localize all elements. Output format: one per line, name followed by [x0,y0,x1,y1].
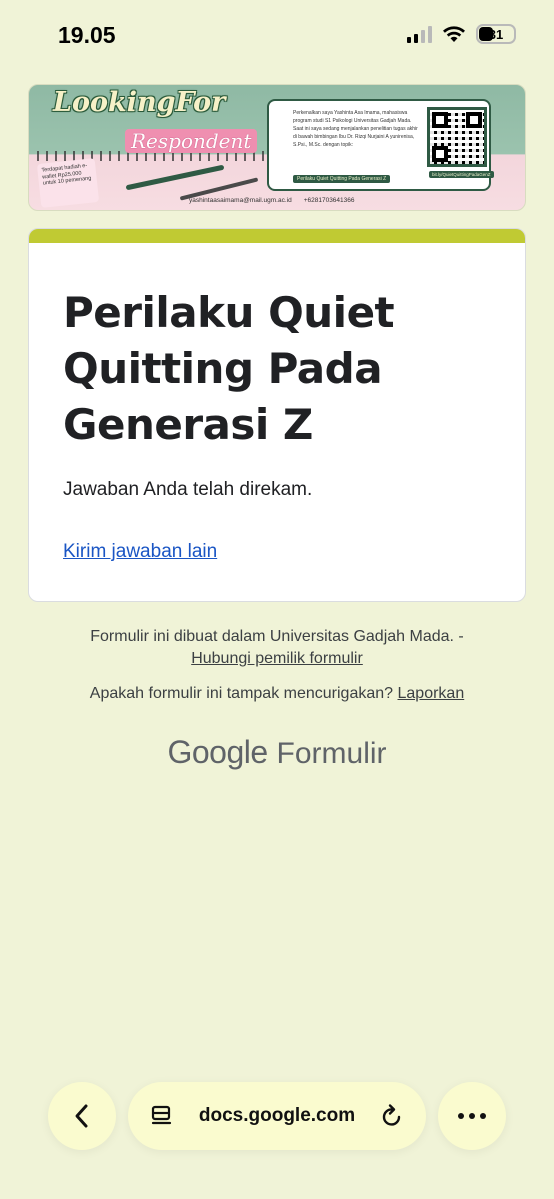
status-time: 19.05 [58,22,116,48]
qr-code-icon [427,107,487,167]
banner-info-card: Perkenalkan saya Yashinta Asa Imama, mah… [267,99,494,191]
footer-report: Apakah formulir ini tampak mencurigakan?… [0,685,554,703]
report-link[interactable]: Laporkan [398,685,465,702]
banner-prize-note: Terdapat hadiah e-wallet Rp25.000 untuk … [36,158,100,208]
footer-created-in-text: Formulir ini dibuat dalam Universitas Ga… [90,628,464,645]
page-menu-icon[interactable] [150,1104,174,1128]
banner-contact: yashintaasaimama@mail.ugm.ac.id +6281703… [189,197,355,204]
back-button[interactable] [48,1082,116,1150]
banner-looking-for: LookingFor [53,87,226,118]
card-accent-bar [29,229,525,243]
address-bar[interactable]: docs.google.com [128,1082,426,1150]
battery-level: 31 [488,26,504,42]
url-text[interactable]: docs.google.com [199,1105,355,1127]
pen-decoration [125,164,225,191]
form-header-banner: LookingFor Respondent Terdapat hadiah e-… [28,84,526,211]
wifi-icon [443,26,465,42]
banner-qr-link: bit.ly/QuietQuittingPadaGenZ [429,171,494,178]
response-recorded-message: Jawaban Anda telah direkam. [63,479,313,500]
banner-respondent: Respondent [125,129,258,153]
form-title: Perilaku Quiet Quitting Pada Generasi Z [63,288,395,449]
banner-intro-text: Perkenalkan saya Yashinta Asa Imama, mah… [293,110,418,148]
google-forms-logo: Google Formulir [0,734,554,771]
battery-icon: 31 [476,24,516,44]
banner-topic-tag: Perilaku Quiet Quitting Pada Generasi Z [293,175,391,183]
status-bar: 19.05 31 [0,0,554,74]
forms-wordmark: Formulir [276,737,387,770]
footer-suspicious-text: Apakah formulir ini tampak mencurigakan? [89,685,394,702]
google-wordmark: Google [167,734,268,770]
chevron-left-icon [75,1104,88,1128]
form-confirmation-card: Perilaku Quiet Quitting Pada Generasi Z … [28,228,526,602]
submit-another-response-link[interactable]: Kirim jawaban lain [63,541,217,563]
status-icons: 31 [407,24,516,44]
more-button[interactable] [438,1082,506,1150]
signal-icon [407,25,432,43]
footer-created-in: Formulir ini dibuat dalam Universitas Ga… [0,626,554,670]
banner-phone: +6281703641366 [303,197,355,204]
contact-owner-link[interactable]: Hubungi pemilik formulir [191,650,363,667]
banner-email: yashintaasaimama@mail.ugm.ac.id [189,197,292,204]
more-icon [458,1113,486,1119]
reload-icon[interactable] [380,1103,404,1129]
